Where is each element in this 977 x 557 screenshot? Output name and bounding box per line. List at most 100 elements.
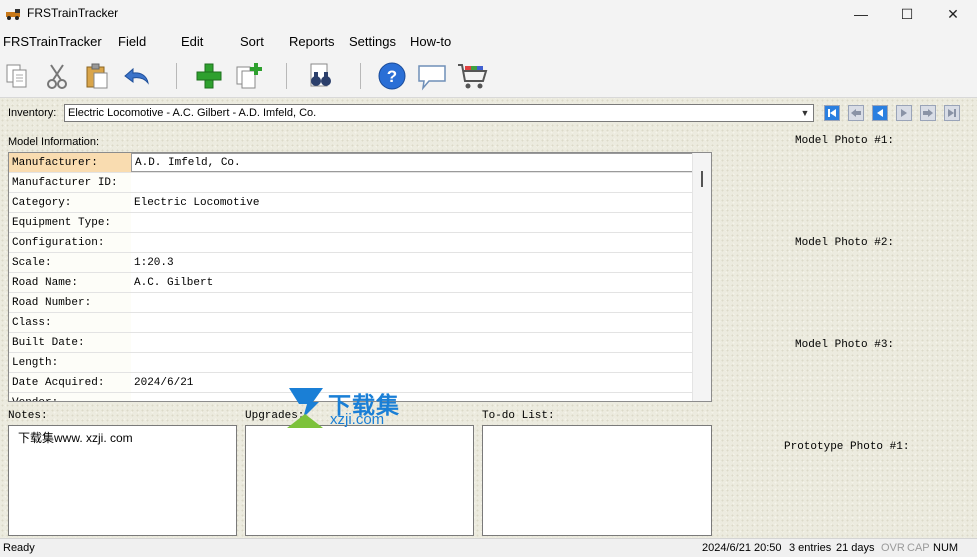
field-key: Manufacturer ID: — [9, 173, 131, 192]
shopping-cart-icon[interactable] — [456, 60, 488, 92]
status-ovr: OVR — [881, 542, 905, 554]
cut-icon[interactable] — [41, 60, 73, 92]
watermark-url: xzji.com — [330, 411, 385, 428]
toolbar-separator — [360, 63, 361, 89]
comment-icon[interactable] — [416, 60, 448, 92]
field-value-input[interactable]: 2024/6/21 — [131, 373, 693, 392]
field-key: Class: — [9, 313, 131, 332]
close-button[interactable]: ✕ — [930, 0, 976, 28]
add-copy-icon[interactable] — [233, 60, 265, 92]
menu-sort[interactable]: Sort — [240, 34, 264, 49]
model-information-grid: Manufacturer: A.D. Imfeld, Co. Manufactu… — [8, 152, 712, 402]
notes-label: Notes: — [8, 410, 48, 422]
status-cap: CAP — [907, 542, 930, 554]
field-key: Configuration: — [9, 233, 131, 252]
inventory-label: Inventory: — [8, 107, 57, 119]
field-row-equipment-type[interactable]: Equipment Type: — [9, 213, 693, 233]
field-row-configuration[interactable]: Configuration: — [9, 233, 693, 253]
search-binoculars-icon[interactable] — [305, 60, 337, 92]
first-record-icon[interactable] — [824, 105, 840, 121]
field-value-input[interactable]: Electric Locomotive — [131, 193, 693, 212]
field-row-road-number[interactable]: Road Number: — [9, 293, 693, 313]
field-key: Road Name: — [9, 273, 131, 292]
field-value-input[interactable]: A.D. Imfeld, Co. — [131, 153, 693, 172]
window-title: FRSTrainTracker — [27, 6, 119, 20]
train-app-icon — [6, 8, 22, 23]
field-row-manufacturer-id[interactable]: Manufacturer ID: — [9, 173, 693, 193]
menu-bar: FRSTrainTracker Field Edit Sort Reports … — [0, 28, 977, 55]
todo-list-textarea[interactable] — [482, 425, 712, 536]
todo-list-label: To-do List: — [482, 410, 555, 422]
toolbar-separator — [286, 63, 287, 89]
paste-icon[interactable] — [81, 60, 113, 92]
inventory-select[interactable]: Electric Locomotive - A.C. Gilbert - A.D… — [64, 104, 814, 122]
maximize-icon: ☐ — [900, 5, 914, 22]
inventory-selected-value: Electric Locomotive - A.C. Gilbert - A.D… — [68, 107, 317, 119]
svg-text:?: ? — [387, 67, 397, 86]
field-row-scale[interactable]: Scale: 1:20.3 — [9, 253, 693, 273]
model-information-label: Model Information: — [8, 136, 100, 148]
field-value-input[interactable] — [131, 333, 693, 352]
field-key: Built Date: — [9, 333, 131, 352]
field-key: Road Number: — [9, 293, 131, 312]
field-row-manufacturer[interactable]: Manufacturer: A.D. Imfeld, Co. — [9, 153, 693, 173]
field-value-input[interactable] — [131, 393, 693, 401]
close-icon: ✕ — [947, 5, 959, 22]
field-value-input[interactable] — [131, 213, 693, 232]
minimize-button[interactable]: — — [838, 0, 884, 28]
field-row-built-date[interactable]: Built Date: — [9, 333, 693, 353]
model-photo-3-label: Model Photo #3: — [795, 339, 895, 351]
field-value-input[interactable] — [131, 233, 693, 252]
field-key: Category: — [9, 193, 131, 212]
undo-icon[interactable] — [120, 60, 152, 92]
scrollbar-thumb[interactable] — [701, 171, 703, 187]
chevron-down-icon[interactable]: ▼ — [797, 105, 813, 121]
menu-reports[interactable]: Reports — [289, 34, 335, 49]
previous-page-icon[interactable] — [848, 105, 864, 121]
status-entries: 3 entries — [789, 542, 832, 554]
field-row-class[interactable]: Class: — [9, 313, 693, 333]
field-value-input[interactable]: A.C. Gilbert — [131, 273, 693, 292]
field-key: Manufacturer: — [9, 153, 131, 172]
status-text: Ready — [3, 542, 35, 554]
field-value-input[interactable]: 1:20.3 — [131, 253, 693, 272]
upgrades-textarea[interactable] — [245, 425, 474, 536]
add-record-icon[interactable] — [193, 60, 225, 92]
field-value-input[interactable] — [131, 173, 693, 192]
field-row-length[interactable]: Length: — [9, 353, 693, 373]
field-row-category[interactable]: Category: Electric Locomotive — [9, 193, 693, 213]
field-key: Length: — [9, 353, 131, 372]
field-key: Vendor: — [9, 393, 131, 401]
notes-textarea[interactable]: 下载集www. xzji. com — [8, 425, 237, 536]
toolbar-separator — [176, 63, 177, 89]
next-page-icon[interactable] — [920, 105, 936, 121]
field-key: Date Acquired: — [9, 373, 131, 392]
maximize-button[interactable]: ☐ — [884, 0, 930, 28]
status-num: NUM — [933, 542, 959, 554]
grid-scrollbar[interactable] — [692, 153, 711, 401]
toolbar: ? — [0, 55, 977, 98]
field-key: Equipment Type: — [9, 213, 131, 232]
field-value-input[interactable] — [131, 293, 693, 312]
main-content: Inventory: Electric Locomotive - A.C. Gi… — [0, 98, 977, 538]
status-days: 21 days — [836, 542, 875, 554]
field-key: Scale: — [9, 253, 131, 272]
model-photo-2-label: Model Photo #2: — [795, 237, 895, 249]
last-record-icon[interactable] — [944, 105, 960, 121]
menu-field[interactable]: Field — [118, 34, 146, 49]
field-value-input[interactable] — [131, 353, 693, 372]
help-icon[interactable]: ? — [376, 60, 408, 92]
copy-icon[interactable] — [1, 60, 33, 92]
model-photo-1-label: Model Photo #1: — [795, 135, 895, 147]
next-record-icon[interactable] — [896, 105, 912, 121]
field-value-input[interactable] — [131, 313, 693, 332]
menu-how-to[interactable]: How-to — [410, 34, 451, 49]
minimize-icon: — — [854, 6, 868, 22]
previous-record-icon[interactable] — [872, 105, 888, 121]
menu-settings[interactable]: Settings — [349, 34, 396, 49]
prototype-photo-1-label: Prototype Photo #1: — [784, 441, 910, 453]
menu-frstraintracker[interactable]: FRSTrainTracker — [3, 34, 102, 49]
field-row-road-name[interactable]: Road Name: A.C. Gilbert — [9, 273, 693, 293]
status-datetime: 2024/6/21 20:50 — [702, 542, 782, 554]
menu-edit[interactable]: Edit — [181, 34, 203, 49]
